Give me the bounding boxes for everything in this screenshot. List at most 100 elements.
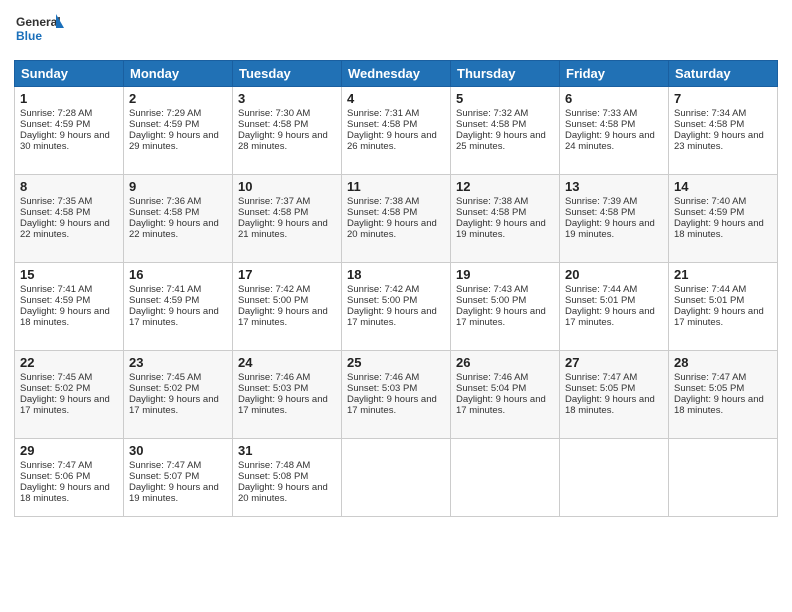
calendar-table: SundayMondayTuesdayWednesdayThursdayFrid… xyxy=(14,60,778,517)
day-number: 3 xyxy=(238,91,336,106)
sunset-text: Sunset: 5:01 PM xyxy=(674,295,744,306)
sunset-text: Sunset: 5:03 PM xyxy=(347,383,417,394)
calendar-cell: 30 Sunrise: 7:47 AM Sunset: 5:07 PM Dayl… xyxy=(124,439,233,517)
calendar-cell xyxy=(451,439,560,517)
daylight-text: Daylight: 9 hours and 24 minutes. xyxy=(565,130,655,152)
calendar-cell: 26 Sunrise: 7:46 AM Sunset: 5:04 PM Dayl… xyxy=(451,351,560,439)
sunrise-text: Sunrise: 7:46 AM xyxy=(238,372,310,383)
daylight-text: Daylight: 9 hours and 18 minutes. xyxy=(20,306,110,328)
sunset-text: Sunset: 5:00 PM xyxy=(456,295,526,306)
sunrise-text: Sunrise: 7:47 AM xyxy=(565,372,637,383)
calendar-cell: 31 Sunrise: 7:48 AM Sunset: 5:08 PM Dayl… xyxy=(233,439,342,517)
calendar-cell xyxy=(342,439,451,517)
sunset-text: Sunset: 5:00 PM xyxy=(347,295,417,306)
day-number: 27 xyxy=(565,355,663,370)
day-number: 8 xyxy=(20,179,118,194)
day-number: 12 xyxy=(456,179,554,194)
sunrise-text: Sunrise: 7:45 AM xyxy=(129,372,201,383)
calendar-header-row: SundayMondayTuesdayWednesdayThursdayFrid… xyxy=(15,61,778,87)
calendar-cell: 6 Sunrise: 7:33 AM Sunset: 4:58 PM Dayli… xyxy=(560,87,669,175)
sunset-text: Sunset: 5:05 PM xyxy=(674,383,744,394)
day-number: 28 xyxy=(674,355,772,370)
day-number: 21 xyxy=(674,267,772,282)
daylight-text: Daylight: 9 hours and 17 minutes. xyxy=(129,394,219,416)
day-number: 14 xyxy=(674,179,772,194)
daylight-text: Daylight: 9 hours and 29 minutes. xyxy=(129,130,219,152)
day-number: 17 xyxy=(238,267,336,282)
sunrise-text: Sunrise: 7:41 AM xyxy=(129,284,201,295)
sunrise-text: Sunrise: 7:47 AM xyxy=(129,460,201,471)
page-container: General Blue SundayMondayTuesdayWednesda… xyxy=(0,0,792,525)
calendar-cell: 9 Sunrise: 7:36 AM Sunset: 4:58 PM Dayli… xyxy=(124,175,233,263)
sunrise-text: Sunrise: 7:46 AM xyxy=(456,372,528,383)
day-number: 18 xyxy=(347,267,445,282)
sunset-text: Sunset: 4:58 PM xyxy=(347,119,417,130)
calendar-week-row: 1 Sunrise: 7:28 AM Sunset: 4:59 PM Dayli… xyxy=(15,87,778,175)
calendar-cell: 14 Sunrise: 7:40 AM Sunset: 4:59 PM Dayl… xyxy=(669,175,778,263)
day-number: 25 xyxy=(347,355,445,370)
daylight-text: Daylight: 9 hours and 19 minutes. xyxy=(129,482,219,504)
header: General Blue xyxy=(14,10,778,52)
sunset-text: Sunset: 5:08 PM xyxy=(238,471,308,482)
sunrise-text: Sunrise: 7:36 AM xyxy=(129,196,201,207)
sunset-text: Sunset: 5:03 PM xyxy=(238,383,308,394)
sunrise-text: Sunrise: 7:38 AM xyxy=(456,196,528,207)
calendar-cell: 28 Sunrise: 7:47 AM Sunset: 5:05 PM Dayl… xyxy=(669,351,778,439)
sunrise-text: Sunrise: 7:29 AM xyxy=(129,108,201,119)
calendar-cell: 22 Sunrise: 7:45 AM Sunset: 5:02 PM Dayl… xyxy=(15,351,124,439)
calendar-cell: 16 Sunrise: 7:41 AM Sunset: 4:59 PM Dayl… xyxy=(124,263,233,351)
daylight-text: Daylight: 9 hours and 17 minutes. xyxy=(129,306,219,328)
sunrise-text: Sunrise: 7:40 AM xyxy=(674,196,746,207)
day-number: 19 xyxy=(456,267,554,282)
calendar-cell: 25 Sunrise: 7:46 AM Sunset: 5:03 PM Dayl… xyxy=(342,351,451,439)
sunrise-text: Sunrise: 7:31 AM xyxy=(347,108,419,119)
daylight-text: Daylight: 9 hours and 26 minutes. xyxy=(347,130,437,152)
day-number: 30 xyxy=(129,443,227,458)
calendar-cell: 24 Sunrise: 7:46 AM Sunset: 5:03 PM Dayl… xyxy=(233,351,342,439)
day-number: 22 xyxy=(20,355,118,370)
sunset-text: Sunset: 4:58 PM xyxy=(565,207,635,218)
sunrise-text: Sunrise: 7:47 AM xyxy=(20,460,92,471)
daylight-text: Daylight: 9 hours and 21 minutes. xyxy=(238,218,328,240)
daylight-text: Daylight: 9 hours and 17 minutes. xyxy=(674,306,764,328)
sunrise-text: Sunrise: 7:48 AM xyxy=(238,460,310,471)
day-number: 10 xyxy=(238,179,336,194)
sunrise-text: Sunrise: 7:35 AM xyxy=(20,196,92,207)
day-number: 6 xyxy=(565,91,663,106)
calendar-cell: 8 Sunrise: 7:35 AM Sunset: 4:58 PM Dayli… xyxy=(15,175,124,263)
sunset-text: Sunset: 5:06 PM xyxy=(20,471,90,482)
sunset-text: Sunset: 4:59 PM xyxy=(674,207,744,218)
day-number: 20 xyxy=(565,267,663,282)
sunset-text: Sunset: 4:59 PM xyxy=(129,119,199,130)
sunrise-text: Sunrise: 7:38 AM xyxy=(347,196,419,207)
daylight-text: Daylight: 9 hours and 17 minutes. xyxy=(347,306,437,328)
day-number: 7 xyxy=(674,91,772,106)
weekday-header: Friday xyxy=(560,61,669,87)
sunset-text: Sunset: 4:58 PM xyxy=(20,207,90,218)
sunrise-text: Sunrise: 7:44 AM xyxy=(565,284,637,295)
sunset-text: Sunset: 4:59 PM xyxy=(20,295,90,306)
weekday-header: Tuesday xyxy=(233,61,342,87)
calendar-week-row: 22 Sunrise: 7:45 AM Sunset: 5:02 PM Dayl… xyxy=(15,351,778,439)
daylight-text: Daylight: 9 hours and 19 minutes. xyxy=(565,218,655,240)
day-number: 31 xyxy=(238,443,336,458)
daylight-text: Daylight: 9 hours and 17 minutes. xyxy=(456,394,546,416)
daylight-text: Daylight: 9 hours and 20 minutes. xyxy=(347,218,437,240)
day-number: 29 xyxy=(20,443,118,458)
calendar-cell: 23 Sunrise: 7:45 AM Sunset: 5:02 PM Dayl… xyxy=(124,351,233,439)
sunrise-text: Sunrise: 7:43 AM xyxy=(456,284,528,295)
sunset-text: Sunset: 4:58 PM xyxy=(456,207,526,218)
sunrise-text: Sunrise: 7:37 AM xyxy=(238,196,310,207)
sunset-text: Sunset: 5:07 PM xyxy=(129,471,199,482)
sunset-text: Sunset: 5:04 PM xyxy=(456,383,526,394)
logo-svg: General Blue xyxy=(14,10,64,52)
daylight-text: Daylight: 9 hours and 19 minutes. xyxy=(456,218,546,240)
sunset-text: Sunset: 4:58 PM xyxy=(347,207,417,218)
weekday-header: Sunday xyxy=(15,61,124,87)
day-number: 24 xyxy=(238,355,336,370)
weekday-header: Saturday xyxy=(669,61,778,87)
calendar-week-row: 29 Sunrise: 7:47 AM Sunset: 5:06 PM Dayl… xyxy=(15,439,778,517)
day-number: 2 xyxy=(129,91,227,106)
day-number: 9 xyxy=(129,179,227,194)
weekday-header: Wednesday xyxy=(342,61,451,87)
